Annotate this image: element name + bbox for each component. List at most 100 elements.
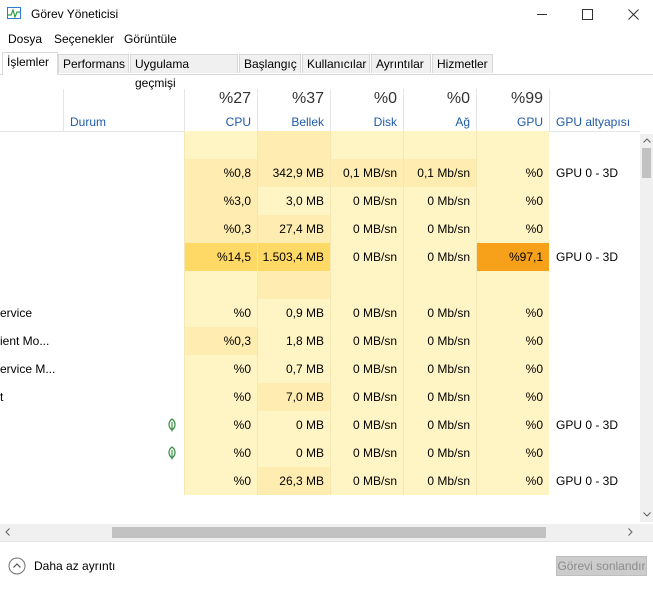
- horizontal-scrollbar[interactable]: [0, 524, 640, 541]
- gpu-engine-cell: GPU 0 - 3D: [556, 250, 619, 264]
- disk-cell: 0 MB/sn: [330, 243, 403, 271]
- window-title: Görev Yöneticisi: [31, 7, 119, 21]
- table-header: Durum %27 CPU %37 Bellek %0 Disk %0 Ağ %…: [0, 89, 640, 132]
- tab-uygulama-gecmisi[interactable]: Uygulama geçmişi: [130, 54, 238, 90]
- table-row[interactable]: %0 0 MB 0 MB/sn 0 Mb/sn %0 GPU 0 - 3D: [0, 411, 640, 439]
- vertical-scrollbar[interactable]: [640, 134, 653, 522]
- status-cell: [63, 467, 184, 495]
- scroll-up-icon[interactable]: [643, 138, 651, 143]
- scroll-left-icon[interactable]: [5, 528, 10, 536]
- column-disk[interactable]: %0 Disk: [330, 89, 403, 131]
- disk-cell: 0 MB/sn: [330, 299, 403, 327]
- disk-cell: 0 MB/sn: [330, 355, 403, 383]
- net-cell: 0 Mb/sn: [403, 243, 476, 271]
- tab-kullanicilar[interactable]: Kullanıcılar: [302, 54, 370, 73]
- column-gpu[interactable]: %99 GPU: [476, 89, 549, 131]
- suspended-leaf-icon: [168, 446, 176, 460]
- scroll-right-icon[interactable]: [628, 528, 633, 536]
- minimize-icon: [537, 13, 547, 15]
- table-row[interactable]: %0 0 MB 0 MB/sn 0 Mb/sn %0: [0, 439, 640, 467]
- status-cell: [63, 243, 184, 271]
- process-name: ient Mo...: [0, 334, 50, 348]
- table-row[interactable]: %3,0 3,0 MB 0 MB/sn 0 Mb/sn %0: [0, 187, 640, 215]
- cpu-cell: [184, 131, 257, 159]
- mem-cell: 0,9 MB: [257, 299, 330, 327]
- mem-cell: 0,7 MB: [257, 355, 330, 383]
- end-task-button[interactable]: Görevi sonlandır: [556, 556, 647, 576]
- table-row[interactable]: %0,8 342,9 MB 0,1 MB/sn 0,1 Mb/sn %0 GPU 0 - …: [0, 159, 640, 187]
- column-status[interactable]: Durum: [63, 89, 184, 131]
- scroll-down-icon[interactable]: [643, 512, 651, 517]
- gpu-engine-cell: [549, 299, 640, 327]
- tab-ayrintilar[interactable]: Ayrıntılar: [371, 54, 431, 73]
- gpu-cell: %0: [476, 299, 549, 327]
- gpu-cell: [476, 271, 549, 299]
- disk-total: %0: [373, 90, 397, 107]
- gpu-cell: %0: [476, 467, 549, 495]
- table-row[interactable]: %14,5 1.503,4 MB 0 MB/sn 0 Mb/sn %97,1 GPU 0 …: [0, 243, 640, 271]
- maximize-button[interactable]: [564, 0, 610, 28]
- process-name: [0, 215, 63, 243]
- net-cell: 0 Mb/sn: [403, 299, 476, 327]
- column-gpu-engine[interactable]: GPU altyapısı: [549, 89, 640, 131]
- net-cell: 0 Mb/sn: [403, 467, 476, 495]
- column-network-label: Ağ: [455, 115, 470, 129]
- cpu-cell: %0,3: [184, 215, 257, 243]
- gpu-cell: %0: [476, 327, 549, 355]
- table-row[interactable]: [0, 271, 640, 299]
- column-gpu-engine-label: GPU altyapısı: [556, 115, 631, 129]
- menu-secenekler[interactable]: Seçenekler: [54, 32, 114, 46]
- tab-baslangic[interactable]: Başlangıç: [239, 54, 301, 73]
- process-name: ervice: [0, 306, 33, 320]
- tab-performans[interactable]: Performans: [58, 54, 129, 73]
- disk-cell: [330, 271, 403, 299]
- tab-islemler[interactable]: İşlemler: [2, 52, 58, 75]
- gpu-cell: %0: [476, 215, 549, 243]
- gpu-cell: [476, 131, 549, 159]
- status-cell: [63, 327, 184, 355]
- net-cell: 0 Mb/sn: [403, 215, 476, 243]
- column-memory-label: Bellek: [291, 115, 324, 129]
- table-row[interactable]: ient Mo... %0,3 1,8 MB 0 MB/sn 0 Mb/sn %0: [0, 327, 640, 355]
- status-cell: [63, 383, 184, 411]
- table-row[interactable]: ervice %0 0,9 MB 0 MB/sn 0 Mb/sn %0: [0, 299, 640, 327]
- column-network[interactable]: %0 Ağ: [403, 89, 476, 131]
- tab-hizmetler[interactable]: Hizmetler: [432, 54, 493, 73]
- gpu-engine-cell: [549, 271, 640, 299]
- vertical-scroll-thumb[interactable]: [642, 148, 651, 178]
- disk-cell: [330, 131, 403, 159]
- process-name: ervice M...: [0, 362, 56, 376]
- process-name: [0, 131, 63, 159]
- table-row[interactable]: t %0 7,0 MB 0 MB/sn 0 Mb/sn %0: [0, 383, 640, 411]
- mem-cell: 26,3 MB: [257, 467, 330, 495]
- horizontal-scroll-thumb[interactable]: [112, 527, 546, 538]
- table-row[interactable]: %0 26,3 MB 0 MB/sn 0 Mb/sn %0 GPU 0 - 3D: [0, 467, 640, 495]
- minimize-button[interactable]: [519, 0, 565, 28]
- close-button[interactable]: [610, 0, 653, 28]
- status-cell: [63, 299, 184, 327]
- tab-bar: İşlemler Performans Uygulama geçmişi Baş…: [0, 52, 653, 90]
- mem-cell: 7,0 MB: [257, 383, 330, 411]
- column-memory[interactable]: %37 Bellek: [257, 89, 330, 131]
- process-name: [0, 187, 63, 215]
- process-name: [0, 467, 63, 495]
- mem-cell: 3,0 MB: [257, 187, 330, 215]
- net-cell: 0 Mb/sn: [403, 411, 476, 439]
- table-row[interactable]: [0, 131, 640, 159]
- fewer-details-toggle[interactable]: Daha az ayrıntı: [8, 556, 115, 576]
- table-row[interactable]: %0,3 27,4 MB 0 MB/sn 0 Mb/sn %0: [0, 215, 640, 243]
- cpu-cell: %3,0: [184, 187, 257, 215]
- menu-dosya[interactable]: Dosya: [8, 32, 42, 46]
- gpu-cell: %97,1: [476, 243, 549, 271]
- status-cell: [63, 355, 184, 383]
- status-cell: [63, 439, 184, 467]
- table-row[interactable]: ervice M... %0 0,7 MB 0 MB/sn 0 Mb/sn %0: [0, 355, 640, 383]
- process-name: [0, 439, 63, 467]
- disk-cell: 0 MB/sn: [330, 383, 403, 411]
- fewer-details-label: Daha az ayrıntı: [34, 559, 116, 573]
- disk-cell: 0 MB/sn: [330, 327, 403, 355]
- close-icon: [627, 8, 639, 20]
- menu-goruntule[interactable]: Görüntüle: [124, 32, 177, 46]
- memory-total: %37: [291, 90, 324, 107]
- column-cpu[interactable]: %27 CPU: [184, 89, 257, 131]
